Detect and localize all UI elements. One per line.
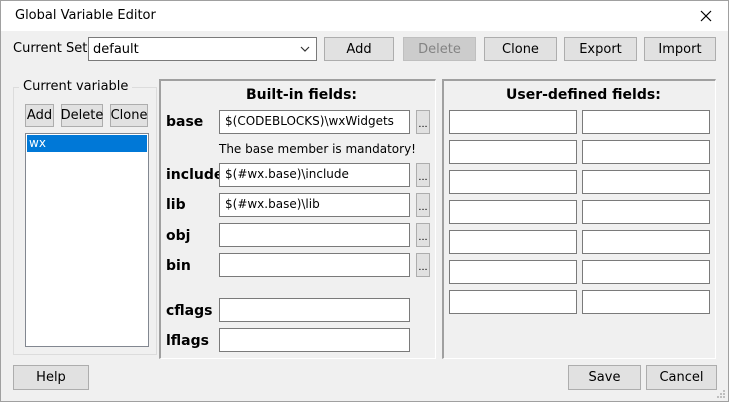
user-field-value-2[interactable] [582, 140, 710, 164]
variable-list-item-wx[interactable]: wx [27, 135, 147, 152]
user-field-name-7[interactable] [449, 290, 577, 314]
user-field-name-6[interactable] [449, 260, 577, 284]
variable-clone-button[interactable]: Clone [110, 104, 148, 127]
close-icon [700, 10, 712, 22]
obj-label: obj [166, 228, 191, 244]
current-variable-group-title: Current variable [19, 79, 133, 94]
cancel-button[interactable]: Cancel [646, 365, 717, 390]
chevron-down-icon [300, 46, 310, 52]
user-field-value-1[interactable] [582, 110, 710, 134]
obj-field[interactable] [219, 223, 410, 247]
base-mandatory-note: The base member is mandatory! [219, 142, 416, 156]
include-browse-button[interactable]: ... [416, 163, 430, 187]
import-button[interactable]: Import [644, 37, 716, 61]
lib-field[interactable]: $(#wx.base)\lib [219, 193, 410, 217]
variable-list[interactable]: wx [25, 133, 149, 347]
base-label: base [166, 114, 204, 130]
user-field-name-2[interactable] [449, 140, 577, 164]
base-browse-button[interactable]: ... [416, 110, 430, 134]
save-button[interactable]: Save [568, 365, 641, 390]
obj-browse-button[interactable]: ... [416, 223, 430, 247]
base-field[interactable]: $(CODEBLOCKS)\wxWidgets [219, 110, 410, 134]
current-set-label: Current Set: [13, 41, 92, 56]
include-label: include [166, 167, 224, 183]
export-button[interactable]: Export [564, 37, 637, 61]
resize-grip-icon[interactable] [716, 389, 726, 399]
user-field-value-7[interactable] [582, 290, 710, 314]
builtin-fields-title: Built-in fields: [246, 87, 358, 103]
lflags-field[interactable] [219, 328, 410, 352]
bin-label: bin [166, 258, 191, 274]
user-field-value-5[interactable] [582, 230, 710, 254]
cflags-field[interactable] [219, 298, 410, 322]
current-set-dropdown[interactable]: default [88, 37, 317, 61]
bin-field[interactable] [219, 253, 410, 277]
close-button[interactable] [684, 1, 728, 31]
user-field-value-4[interactable] [582, 200, 710, 224]
variable-delete-button[interactable]: Delete [61, 104, 103, 127]
set-clone-button[interactable]: Clone [484, 37, 557, 61]
global-variable-editor-window: Global Variable Editor Current Set: defa… [0, 0, 729, 402]
cflags-label: cflags [166, 303, 213, 319]
variable-add-button[interactable]: Add [25, 104, 54, 127]
lib-browse-button[interactable]: ... [416, 193, 430, 217]
help-button[interactable]: Help [13, 365, 89, 390]
user-field-name-3[interactable] [449, 170, 577, 194]
user-field-name-1[interactable] [449, 110, 577, 134]
user-field-value-6[interactable] [582, 260, 710, 284]
lflags-label: lflags [166, 333, 209, 349]
set-add-button[interactable]: Add [324, 37, 394, 61]
user-field-value-3[interactable] [582, 170, 710, 194]
user-field-name-5[interactable] [449, 230, 577, 254]
lib-label: lib [166, 197, 186, 213]
title-bar: Global Variable Editor [1, 1, 728, 31]
user-field-name-4[interactable] [449, 200, 577, 224]
set-delete-button[interactable]: Delete [403, 37, 476, 61]
user-defined-fields-title: User-defined fields: [506, 87, 661, 103]
include-field[interactable]: $(#wx.base)\include [219, 163, 410, 187]
current-set-value: default [93, 42, 139, 57]
bin-browse-button[interactable]: ... [416, 253, 430, 277]
window-title: Global Variable Editor [15, 8, 156, 23]
